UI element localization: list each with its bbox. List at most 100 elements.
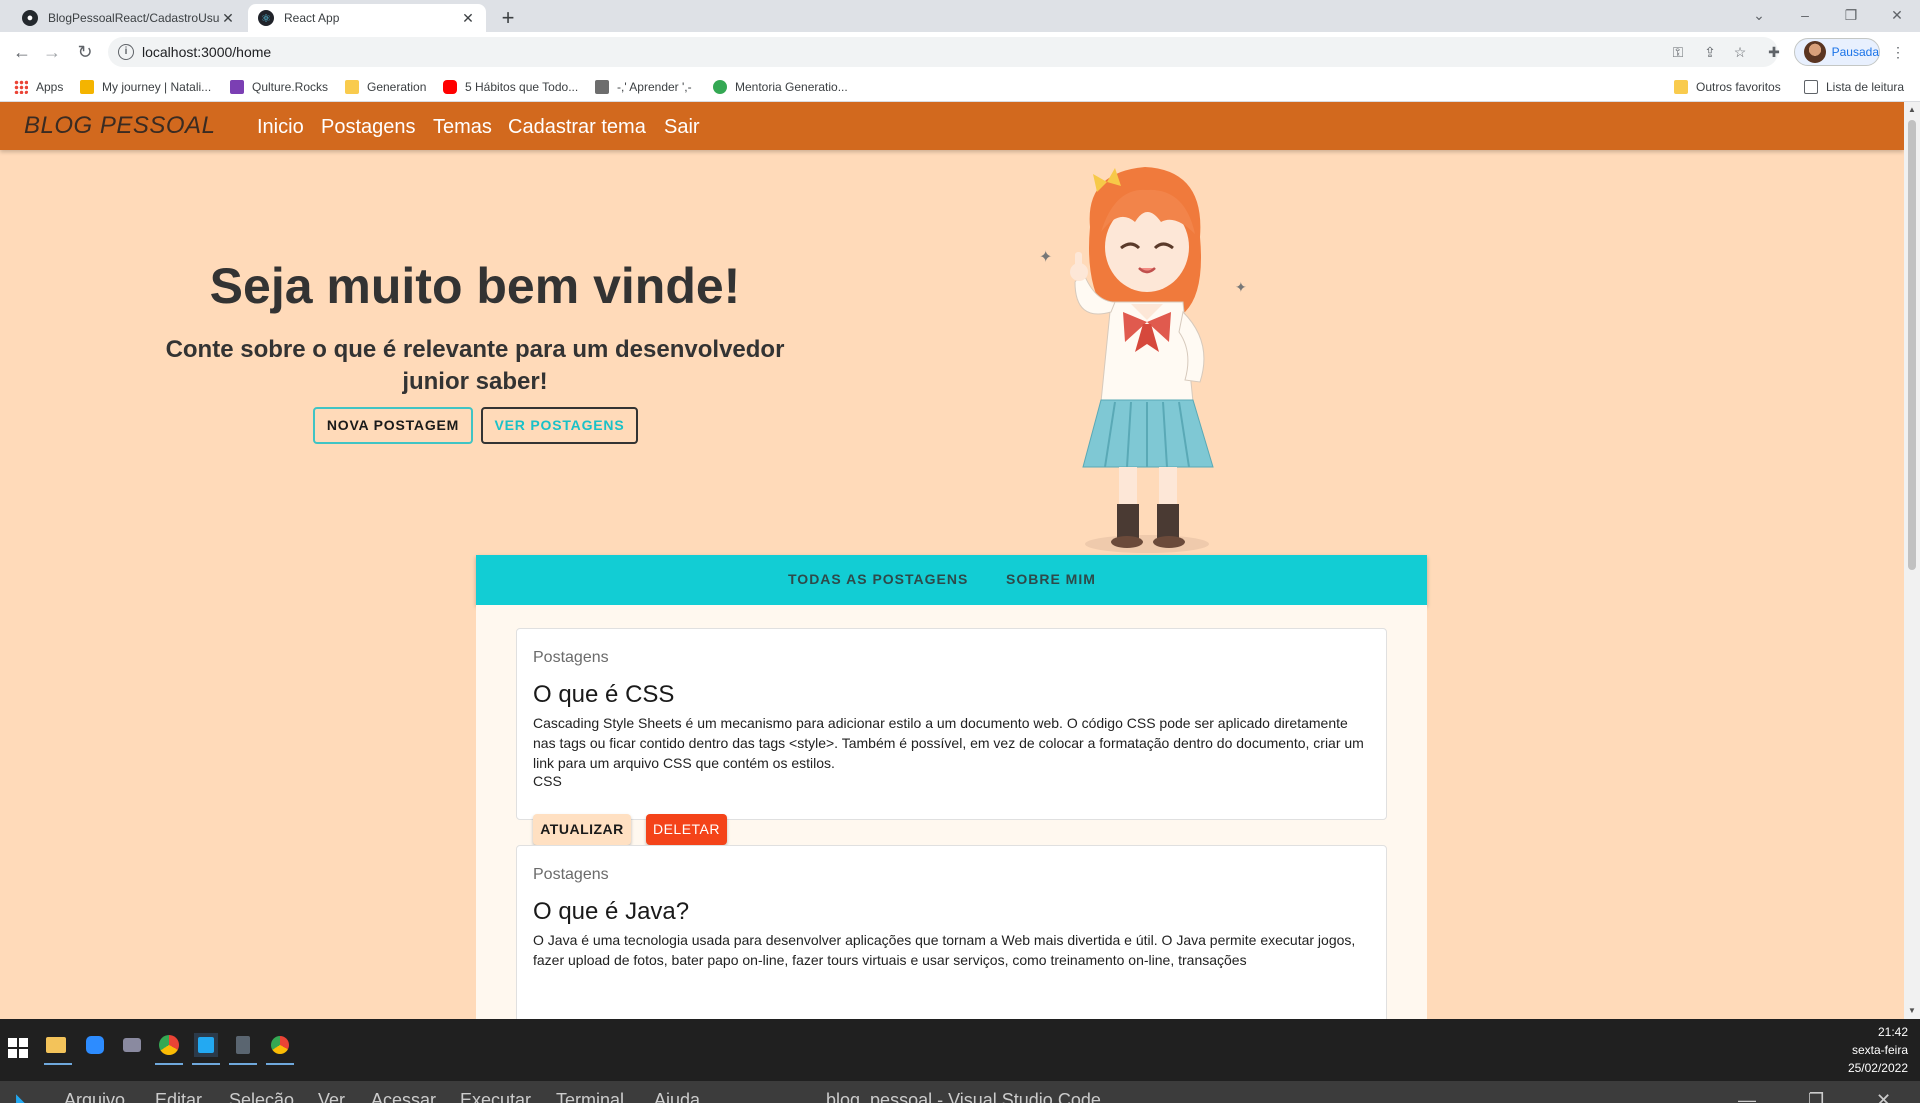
- new-tab-button[interactable]: +: [494, 5, 522, 33]
- post-title: O que é Java?: [533, 898, 690, 925]
- bookmark-site-icon: [713, 80, 727, 94]
- tab-search-icon[interactable]: ⌄: [1736, 0, 1782, 30]
- more-menu-icon[interactable]: ⋮: [1888, 42, 1908, 62]
- windows-taskbar: 21:42 sexta-feira 25/02/2022: [0, 1019, 1920, 1081]
- file-explorer-icon[interactable]: [44, 1033, 72, 1065]
- profile-button[interactable]: Pausada: [1794, 38, 1880, 66]
- post-text: Cascading Style Sheets é um mecanismo pa…: [533, 715, 1364, 771]
- address-bar[interactable]: i localhost:3000/home ⚿ ⇪ ☆: [108, 37, 1778, 67]
- bookmark-label: Lista de leitura: [1826, 80, 1905, 94]
- post-card: Postagens O que é Java? O Java é uma tec…: [516, 845, 1387, 1019]
- vscode-titlebar: ◣ Arquivo Editar Seleção Ver Acessar Exe…: [0, 1081, 1920, 1103]
- url-text[interactable]: localhost:3000/home: [142, 37, 271, 67]
- bookmark-outros-favoritos[interactable]: Outros favoritos: [1674, 72, 1781, 102]
- reading-list-icon: [1804, 80, 1818, 94]
- bookmark-label: Mentoria Generatio...: [735, 80, 848, 94]
- page-scrollbar[interactable]: ▲ ▼: [1904, 102, 1920, 1019]
- tab-todas-as-postagens[interactable]: TODAS AS POSTAGENS: [788, 555, 968, 603]
- nav-inicio[interactable]: Inicio: [257, 102, 304, 152]
- reload-icon[interactable]: ↻: [71, 40, 99, 64]
- calculator-icon[interactable]: [229, 1033, 257, 1065]
- brand-logo: BLOG PESSOAL: [24, 112, 216, 139]
- bookmark-mentoria[interactable]: Mentoria Generatio...: [713, 72, 848, 102]
- bookmark-youtube[interactable]: 5 Hábitos que Todo...: [443, 72, 578, 102]
- chrome-icon[interactable]: [155, 1033, 183, 1065]
- chrome-profile-icon[interactable]: [266, 1033, 294, 1065]
- vscode-menu-editar[interactable]: Editar: [155, 1089, 202, 1103]
- close-icon[interactable]: ✕: [460, 10, 476, 27]
- new-post-button[interactable]: NOVA POSTAGEM: [313, 407, 473, 444]
- bookmark-label: Generation: [367, 80, 427, 94]
- posts-feed: Postagens O que é CSS Cascading Style Sh…: [476, 605, 1427, 1019]
- vscode-window-title: blog_pessoal - Visual Studio Code: [826, 1090, 1101, 1103]
- youtube-icon: [443, 80, 457, 94]
- vscode-menu-ver[interactable]: Ver: [318, 1089, 345, 1103]
- vscode-menu-selecao[interactable]: Seleção: [229, 1089, 294, 1103]
- post-text: O Java é uma tecnologia usada para desen…: [533, 932, 1356, 968]
- star-icon[interactable]: ☆: [1730, 42, 1750, 62]
- browser-tab-github[interactable]: ● BlogPessoalReact/CadastroUsuario ✕: [12, 4, 246, 32]
- app-navbar: BLOG PESSOAL Inicio Postagens Temas Cada…: [0, 102, 1904, 150]
- browser-toolbar: ← → ↻ i localhost:3000/home ⚿ ⇪ ☆ ✚ Paus…: [0, 32, 1920, 72]
- avatar: [1804, 41, 1826, 63]
- scroll-up-icon[interactable]: ▲: [1904, 102, 1920, 118]
- scrollbar-thumb[interactable]: [1908, 120, 1916, 570]
- clock-date: 25/02/2022: [1847, 1061, 1908, 1075]
- nav-cadastrar-tema[interactable]: Cadastrar tema: [508, 102, 646, 152]
- bookmark-generation[interactable]: Generation: [345, 72, 426, 102]
- post-theme: CSS: [533, 773, 562, 789]
- svg-text:✦: ✦: [1235, 279, 1247, 295]
- bookmark-my-journey[interactable]: My journey | Natali...: [80, 72, 211, 102]
- nav-sair[interactable]: Sair: [664, 102, 700, 152]
- svg-text:✦: ✦: [1039, 249, 1052, 266]
- update-button[interactable]: ATUALIZAR: [533, 814, 631, 845]
- close-window-icon[interactable]: ✕: [1874, 0, 1920, 30]
- vscode-minimize-icon[interactable]: —: [1738, 1089, 1756, 1103]
- vscode-menu-arquivo[interactable]: Arquivo: [64, 1089, 125, 1103]
- browser-tab-react-app[interactable]: ⚛ React App ✕: [248, 4, 486, 32]
- site-info-icon[interactable]: i: [118, 44, 134, 60]
- folder-icon: [1674, 80, 1688, 94]
- restore-icon[interactable]: ❐: [1828, 0, 1874, 30]
- vscode-menu-terminal[interactable]: Terminal: [556, 1089, 624, 1103]
- system-clock[interactable]: 21:42 sexta-feira 25/02/2022: [1848, 1023, 1908, 1077]
- delete-button[interactable]: DELETAR: [646, 814, 727, 845]
- minimize-icon[interactable]: –: [1782, 0, 1828, 30]
- key-icon[interactable]: ⚿: [1668, 42, 1688, 62]
- bookmark-apps[interactable]: Apps: [14, 72, 63, 102]
- vscode-icon[interactable]: [192, 1033, 220, 1065]
- view-posts-button[interactable]: VER POSTAGENS: [481, 407, 638, 444]
- extensions-icon[interactable]: ✚: [1764, 42, 1784, 62]
- post-category: Postagens: [533, 866, 609, 883]
- vscode-menu-ajuda[interactable]: Ajuda: [654, 1089, 700, 1103]
- forward-icon[interactable]: →: [38, 40, 66, 64]
- vscode-menu-executar[interactable]: Executar: [460, 1089, 531, 1103]
- notion-icon: [595, 80, 609, 94]
- bookmark-aprender[interactable]: -,' Aprender ',-: [595, 72, 692, 102]
- apps-grid-icon: [14, 80, 28, 94]
- back-icon[interactable]: ←: [8, 40, 36, 64]
- zoom-icon[interactable]: [83, 1033, 107, 1057]
- bookmark-lista-de-leitura[interactable]: Lista de leitura: [1804, 72, 1904, 102]
- bookmarks-bar: Apps My journey | Natali... Qulture.Rock…: [0, 72, 1920, 102]
- tab-title: React App: [284, 11, 340, 25]
- nav-temas[interactable]: Temas: [433, 102, 492, 152]
- share-icon[interactable]: ⇪: [1700, 42, 1720, 62]
- profile-label: Pausada: [1831, 45, 1879, 59]
- vscode-restore-icon[interactable]: ❐: [1808, 1089, 1824, 1103]
- bookmark-label: 5 Hábitos que Todo...: [465, 80, 579, 94]
- post-card: Postagens O que é CSS Cascading Style Sh…: [516, 628, 1387, 845]
- windows-start-icon[interactable]: [8, 1038, 28, 1058]
- tab-sobre-mim[interactable]: SOBRE MIM: [1006, 555, 1096, 603]
- browser-tabstrip: ● BlogPessoalReact/CadastroUsuario ✕ ⚛ R…: [0, 0, 1920, 32]
- bookmark-label: Apps: [36, 80, 64, 94]
- bookmark-label: My journey | Natali...: [102, 80, 212, 94]
- vscode-menu-acessar[interactable]: Acessar: [371, 1089, 436, 1103]
- bookmark-label: -,' Aprender ',-: [617, 80, 692, 94]
- vscode-close-icon[interactable]: ✕: [1876, 1089, 1891, 1103]
- bookmark-qulture-rocks[interactable]: Qulture.Rocks: [230, 72, 328, 102]
- game-app-icon[interactable]: [120, 1033, 144, 1057]
- close-icon[interactable]: ✕: [220, 10, 236, 27]
- scroll-down-icon[interactable]: ▼: [1904, 1003, 1920, 1019]
- nav-postagens[interactable]: Postagens: [321, 102, 416, 152]
